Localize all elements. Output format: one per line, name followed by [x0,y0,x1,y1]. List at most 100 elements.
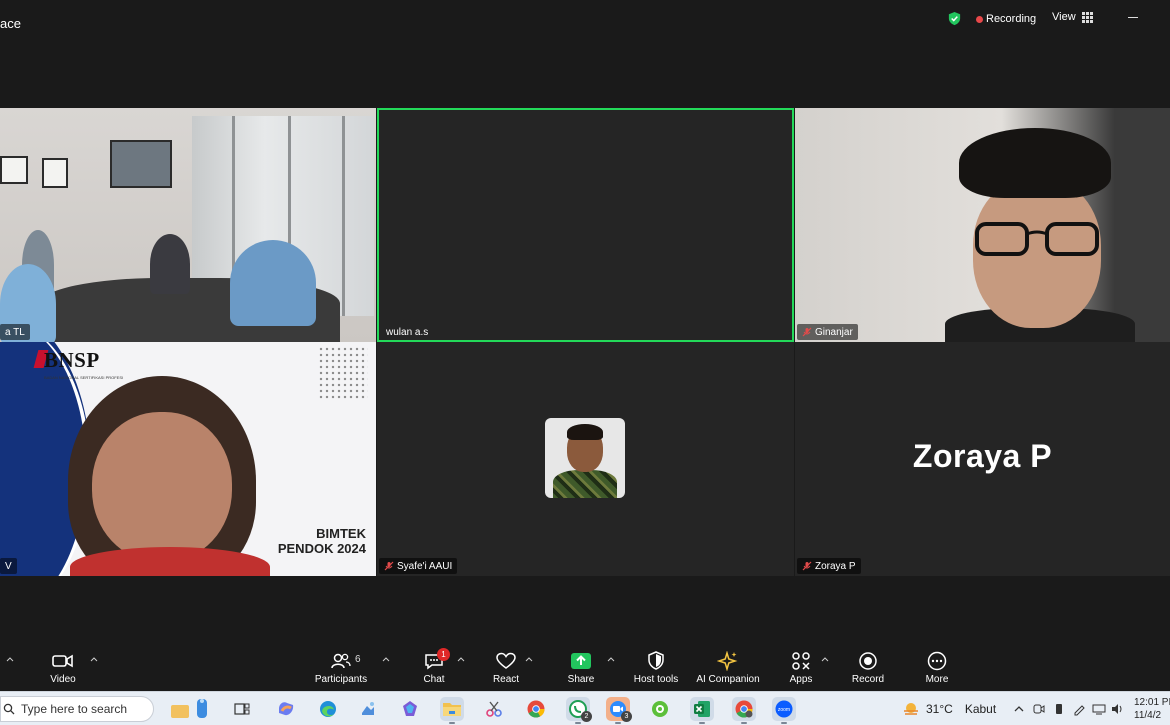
security-shield-icon[interactable] [947,11,962,26]
taskbar-search-box[interactable]: Type here to search [0,696,154,722]
file-explorer-icon[interactable] [440,697,464,724]
wall-picture [0,156,28,184]
video-tile-active-speaker[interactable]: wulan a.s [377,108,794,342]
ai-companion-button[interactable]: AI Companion [694,645,762,691]
green-app-icon[interactable] [648,697,672,721]
host-tools-button[interactable]: Host tools [632,645,680,691]
whatsapp-notification-badge: 2 [581,711,592,722]
participant-name: wulan a.s [386,326,429,338]
video-camera-icon [52,654,73,668]
network-icon[interactable] [1092,702,1106,716]
bnsp-subtitle: BADAN NASIONAL SERTIFIKASI PROFESI [44,375,124,380]
video-tile-syafei[interactable]: Syafe'i AAUI [377,342,794,576]
video-options-chevron-up-icon[interactable] [90,655,98,663]
chat-label: Chat [423,674,445,685]
chrome-browser-icon[interactable] [524,697,548,721]
meet-now-icon[interactable] [1032,702,1046,716]
more-label: More [925,674,949,685]
video-label: Video [50,674,76,685]
participant-name-tag: Ginanjar [797,324,858,340]
copilot-pro-icon[interactable] [398,697,422,721]
search-highlight-illustration-icon[interactable] [166,697,214,721]
speaker-volume-icon[interactable] [1110,702,1124,716]
recording-status[interactable]: Recording [986,13,1036,25]
share-label: Share [567,674,595,685]
participant-name-tag: V [0,558,17,574]
participant-name: V [5,560,12,572]
video-tile-ginanjar[interactable]: Ginanjar [795,108,1170,342]
react-chevron-up-icon[interactable] [525,655,533,663]
record-button[interactable]: Record [850,645,886,691]
participants-chevron-up-icon[interactable] [382,655,390,663]
react-label: React [492,674,520,685]
bnsp-logo: BNSP [44,348,100,372]
chat-chevron-up-icon[interactable] [457,655,465,663]
react-button[interactable]: React [490,645,522,691]
windows-taskbar: Type here to search 2 3 zoom 31°C Kabut … [0,691,1170,725]
zoom-app-icon[interactable]: 3 [606,697,632,724]
fog-weather-icon [904,703,918,715]
video-tile-room[interactable]: a TL [0,108,376,342]
video-button[interactable]: Video [46,645,80,691]
weather-widget[interactable]: 31°C Kabut [902,700,996,718]
view-button[interactable]: View [1052,11,1093,23]
taskbar-clock[interactable]: 12:01 PI 11/4/2 [1134,696,1170,722]
participant-name-tag: Zoraya P [797,558,861,574]
clock-time: 12:01 PI [1134,697,1170,708]
participant-name: a TL [5,326,25,338]
copilot-icon[interactable] [274,697,298,721]
participant-name: Syafe'i AAUI [397,560,453,572]
photos-app-icon[interactable] [356,697,380,721]
record-icon [859,652,877,670]
participant-big-name: Zoraya P [912,438,1053,474]
chrome-profile-icon[interactable] [732,697,756,724]
excel-icon[interactable] [690,697,714,724]
slide-title-line1: BIMTEK [316,526,366,541]
chat-unread-badge: 1 [437,648,450,661]
record-label: Record [851,674,885,685]
share-chevron-up-icon[interactable] [607,655,615,663]
apps-label: Apps [789,674,813,685]
snipping-tool-icon[interactable] [482,697,506,721]
whatsapp-icon[interactable]: 2 [566,697,592,724]
participant-name: Zoraya P [815,560,856,572]
heart-icon [496,652,516,669]
usb-device-icon[interactable] [1052,702,1066,716]
window-title: ace [0,16,21,31]
title-bar: ace Recording View [0,0,1170,38]
zoom-meeting-icon[interactable]: zoom [772,697,796,724]
pen-icon[interactable] [1072,702,1086,716]
apps-button[interactable]: Apps [788,645,814,691]
participant-name: Ginanjar [815,326,853,338]
wall-picture [42,158,68,188]
clock-date: 11/4/2 [1134,710,1162,721]
participant-figure [230,240,316,326]
video-tile-zoraya[interactable]: Zoraya P Zoraya P [795,342,1170,576]
participant-avatar [545,418,625,498]
edge-browser-icon[interactable] [316,697,340,721]
apps-chevron-up-icon[interactable] [821,655,829,663]
weather-description: Kabut [964,702,997,716]
participant-name-tag: a TL [0,324,30,340]
svg-text:zoom: zoom [778,707,790,713]
participant-name-tag: wulan a.s [381,324,433,340]
share-button[interactable]: Share [565,645,597,691]
participant-face [92,412,232,562]
grid-view-icon [1081,11,1093,23]
show-hidden-icons-chevron-icon[interactable] [1012,702,1026,716]
minimize-button[interactable] [1128,17,1138,18]
more-button[interactable]: More [922,645,952,691]
participant-figure [150,234,190,294]
video-tile-bnsp-slide[interactable]: BNSP BADAN NASIONAL SERTIFIKASI PROFESI … [0,342,376,576]
muted-microphone-icon [802,327,812,337]
participants-button[interactable]: Participants [310,645,372,691]
task-view-icon[interactable] [230,697,254,721]
search-placeholder: Type here to search [21,702,128,716]
host-shield-icon [648,651,664,670]
audio-options-chevron-up-icon[interactable] [6,655,14,663]
search-icon [3,703,15,715]
participants-count: 6 [355,654,361,665]
sparkle-icon [717,651,738,671]
participant-name-tag: Syafe'i AAUI [379,558,458,574]
slide-title: BIMTEK PENDOK 2024 [278,526,366,556]
